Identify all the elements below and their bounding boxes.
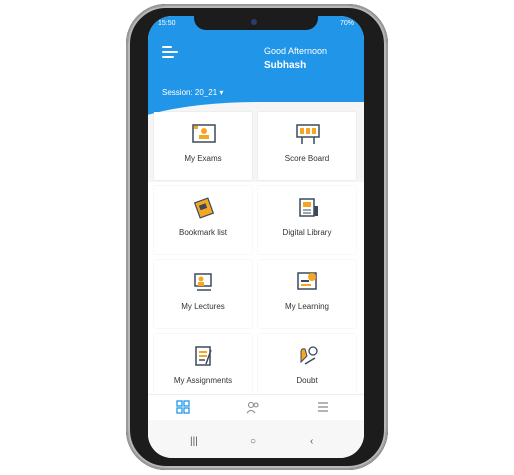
tile-label: My Assignments xyxy=(173,376,233,385)
scoreboard-icon xyxy=(296,124,320,144)
tile-my-exams[interactable]: My Exams xyxy=(154,112,252,180)
tile-my-assignments[interactable]: My Assignments xyxy=(154,334,252,402)
library-icon xyxy=(299,198,318,217)
menu-lines-icon[interactable] xyxy=(316,400,330,414)
tile-label: Score Board xyxy=(284,154,330,163)
doubt-icon xyxy=(300,346,318,365)
recent-apps-button[interactable]: ||| xyxy=(190,436,198,447)
username-text: Subhash xyxy=(264,60,307,71)
tile-digital-library[interactable]: Digital Library xyxy=(258,186,356,254)
battery-indicator: 70% xyxy=(339,20,354,27)
grid-icon[interactable] xyxy=(176,400,190,414)
bookmark-icon xyxy=(193,197,215,219)
app-screen: 15:50 70% Good Afternoon Subhash Session… xyxy=(148,16,364,458)
tile-label: My Exams xyxy=(184,154,222,163)
lecture-icon xyxy=(194,273,212,291)
bottom-nav xyxy=(148,394,364,421)
tile-my-learning[interactable]: My Learning xyxy=(258,260,356,328)
tile-label: Doubt xyxy=(296,376,318,385)
assignment-icon xyxy=(195,346,212,366)
people-icon[interactable] xyxy=(246,400,260,414)
tile-doubt[interactable]: Doubt xyxy=(258,334,356,402)
tile-label: Bookmark list xyxy=(178,228,227,237)
greeting-text: Good Afternoon xyxy=(264,46,328,56)
tile-label: My Lectures xyxy=(181,302,225,311)
tile-score-board[interactable]: Score Board xyxy=(258,112,356,180)
hamburger-icon[interactable] xyxy=(162,46,178,58)
system-nav-bar: ||| ○ ‹ xyxy=(148,420,364,458)
tile-bookmark-list[interactable]: Bookmark list xyxy=(154,186,252,254)
exam-icon xyxy=(192,124,216,143)
tile-label: Digital Library xyxy=(282,228,332,237)
tile-label: My Learning xyxy=(284,302,330,311)
phone-notch xyxy=(194,16,318,30)
camera-icon xyxy=(251,19,257,25)
status-time: 15:50 xyxy=(158,20,176,27)
back-button[interactable]: ‹ xyxy=(310,436,313,447)
learning-icon xyxy=(297,272,317,290)
home-button[interactable]: ○ xyxy=(250,436,256,447)
tile-my-lectures[interactable]: My Lectures xyxy=(154,260,252,328)
session-selector[interactable]: Session: 20_21 ▾ xyxy=(162,88,223,97)
